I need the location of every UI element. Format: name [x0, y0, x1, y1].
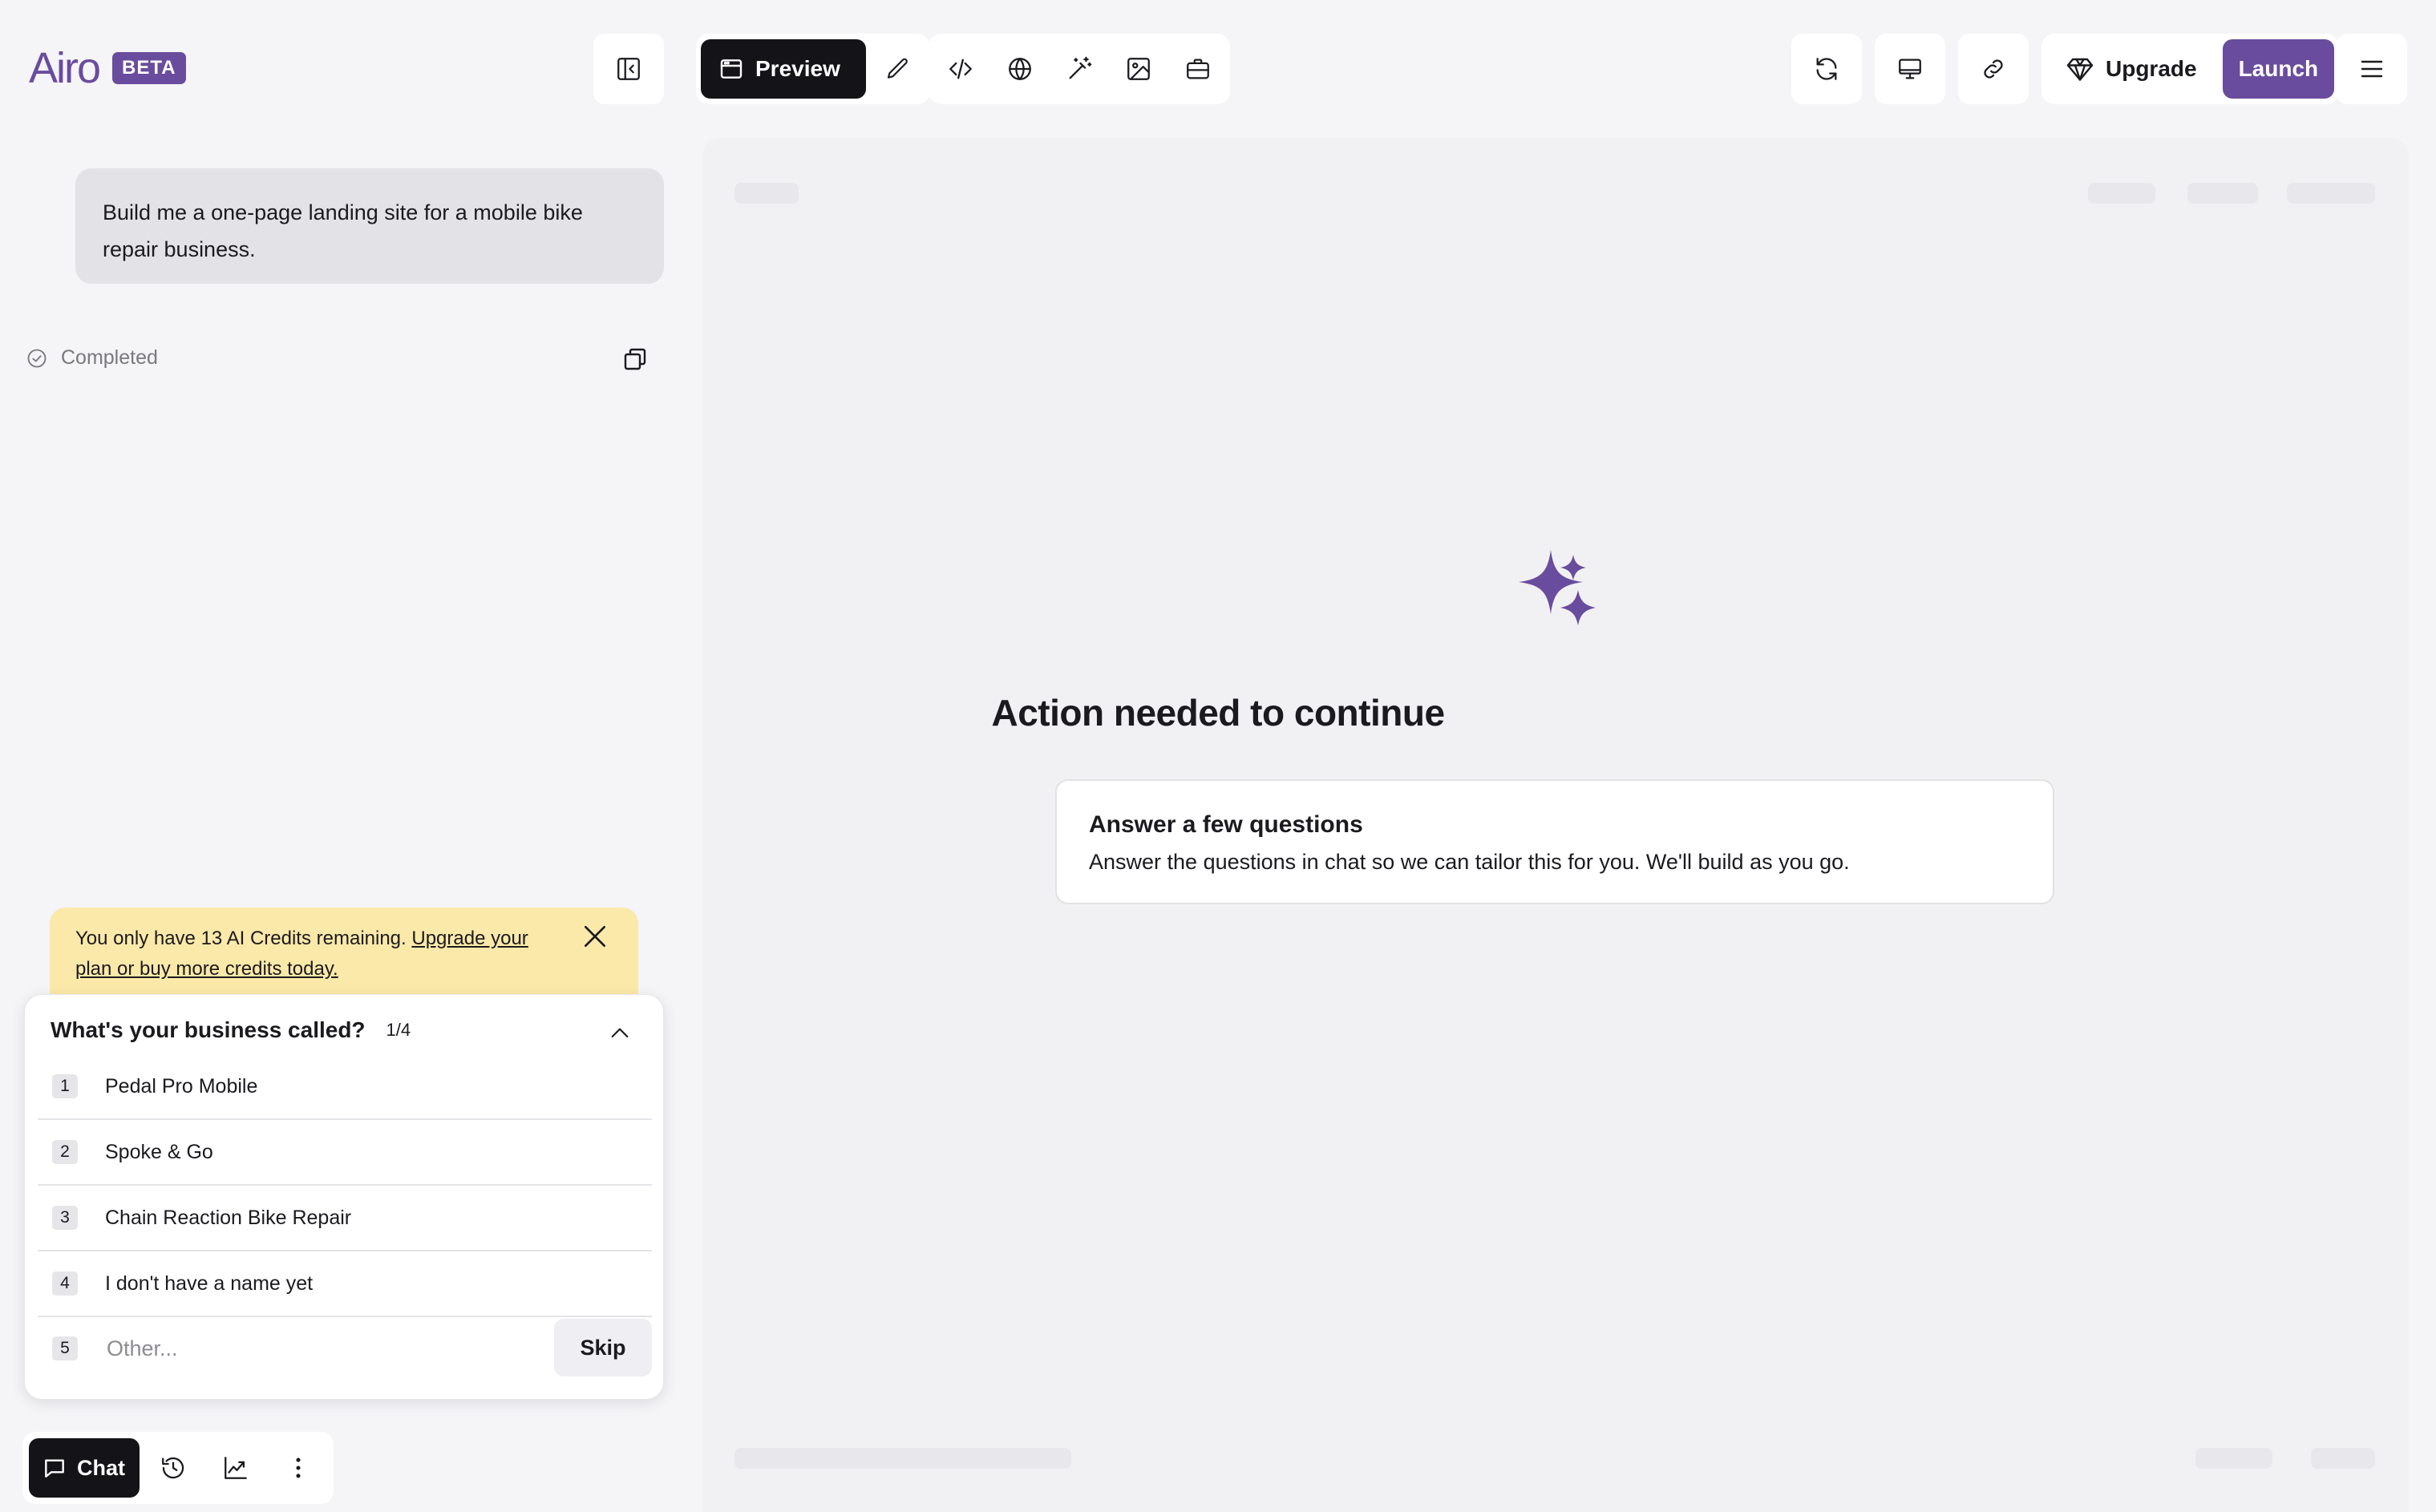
briefcase-icon [1184, 55, 1212, 83]
image-icon [1125, 55, 1152, 83]
pencil-icon [885, 56, 911, 82]
chat-tab-button[interactable]: Chat [29, 1438, 140, 1498]
app-root: Airo BETA Preview Upgrade Launch Build m… [0, 0, 2436, 1512]
hamburger-menu-icon [2357, 55, 2386, 83]
skeleton-placeholder [2187, 183, 2258, 204]
skeleton-placeholder [2195, 1448, 2272, 1469]
credits-banner-text: You only have 13 AI Credits remaining. [75, 928, 412, 949]
question-header: What's your business called? 1/4 [51, 1017, 411, 1043]
skip-button[interactable]: Skip [554, 1319, 652, 1377]
other-answer-row: 5 Skip [38, 1316, 652, 1381]
option-label: I don't have a name yet [105, 1271, 314, 1295]
analytics-button[interactable] [207, 1438, 265, 1498]
browser-window-icon [718, 56, 744, 82]
diamond-icon [2066, 55, 2094, 83]
question-progress: 1/4 [386, 1020, 411, 1040]
copy-icon [621, 345, 649, 374]
logo-text: Airo [29, 44, 101, 92]
other-answer-input[interactable] [107, 1324, 540, 1373]
answer-option-2[interactable]: 2 Spoke & Go [38, 1120, 652, 1186]
refresh-button[interactable] [1791, 34, 1862, 104]
answer-option-3[interactable]: 3 Chain Reaction Bike Repair [38, 1186, 652, 1251]
skeleton-placeholder [2088, 183, 2155, 204]
launch-button[interactable]: Launch [2222, 39, 2335, 99]
skeleton-placeholder [2287, 183, 2375, 204]
launch-label: Launch [2238, 56, 2319, 81]
collapse-question-button[interactable] [607, 1021, 633, 1046]
status-label: Completed [61, 346, 158, 369]
toggle-sidebar-button[interactable] [593, 34, 664, 104]
upgrade-label: Upgrade [2106, 56, 2197, 81]
chat-bubble-icon [42, 1455, 67, 1481]
status-row: Completed [26, 346, 158, 370]
tools-group [929, 34, 1230, 104]
domain-button[interactable] [993, 39, 1047, 99]
link-icon [1980, 55, 2007, 83]
question-title: What's your business called? [51, 1017, 366, 1042]
ai-tools-button[interactable] [1052, 39, 1107, 99]
answer-card-title: Answer a few questions [1089, 811, 1363, 838]
sparkle-icon [1514, 545, 1602, 645]
more-options-button[interactable] [269, 1438, 327, 1498]
menu-button[interactable] [2337, 34, 2407, 104]
copy-link-button[interactable] [1958, 34, 2029, 104]
chevron-up-icon [607, 1021, 633, 1046]
history-icon [160, 1454, 187, 1482]
skeleton-placeholder [734, 1448, 1071, 1469]
answer-option-1[interactable]: 1 Pedal Pro Mobile [38, 1054, 652, 1120]
option-number: 5 [52, 1336, 78, 1360]
option-number: 4 [52, 1271, 78, 1296]
skeleton-placeholder [2311, 1448, 2375, 1469]
device-view-button[interactable] [1875, 34, 1945, 104]
edit-button[interactable] [871, 39, 925, 99]
view-mode-group: Preview [696, 34, 930, 104]
refresh-icon [1813, 55, 1840, 83]
copy-button[interactable] [621, 345, 649, 374]
option-label: Pedal Pro Mobile [105, 1074, 258, 1098]
option-label: Spoke & Go [105, 1140, 213, 1163]
kebab-menu-icon [285, 1454, 312, 1482]
code-button[interactable] [933, 39, 988, 99]
skeleton-placeholder [734, 183, 799, 204]
media-button[interactable] [1111, 39, 1166, 99]
globe-icon [1006, 55, 1034, 83]
upgrade-button[interactable]: Upgrade [2046, 39, 2218, 99]
answer-questions-card: Answer a few questions Answer the questi… [1055, 779, 2054, 904]
trending-chart-icon [222, 1454, 249, 1482]
answer-option-4[interactable]: 4 I don't have a name yet [38, 1251, 652, 1317]
sidebar-panel-icon [615, 55, 642, 83]
desktop-monitor-icon [1896, 55, 1924, 83]
answer-card-description: Answer the questions in chat so we can t… [1089, 850, 1850, 874]
upgrade-launch-group: Upgrade Launch [2041, 34, 2340, 104]
logo[interactable]: Airo BETA [29, 46, 186, 90]
preview-button[interactable]: Preview [701, 39, 866, 99]
chat-tab-label: Chat [77, 1455, 125, 1480]
option-number: 3 [52, 1206, 78, 1230]
action-needed-title: Action needed to continue [991, 692, 1445, 734]
magic-wand-icon [1066, 55, 1093, 83]
business-button[interactable] [1171, 39, 1225, 99]
code-icon [947, 55, 974, 83]
preview-label: Preview [755, 56, 840, 81]
check-circle-icon [26, 347, 48, 370]
option-label: Chain Reaction Bike Repair [105, 1206, 352, 1229]
option-number: 2 [52, 1140, 78, 1164]
bottom-toolbar: Chat [22, 1432, 334, 1504]
question-card: What's your business called? 1/4 1 Pedal… [24, 994, 664, 1400]
option-number: 1 [52, 1074, 78, 1098]
close-icon [579, 920, 611, 952]
beta-badge: BETA [112, 52, 186, 84]
user-message-bubble: Build me a one-page landing site for a m… [75, 168, 664, 284]
history-button[interactable] [144, 1438, 202, 1498]
close-banner-button[interactable] [579, 920, 611, 952]
